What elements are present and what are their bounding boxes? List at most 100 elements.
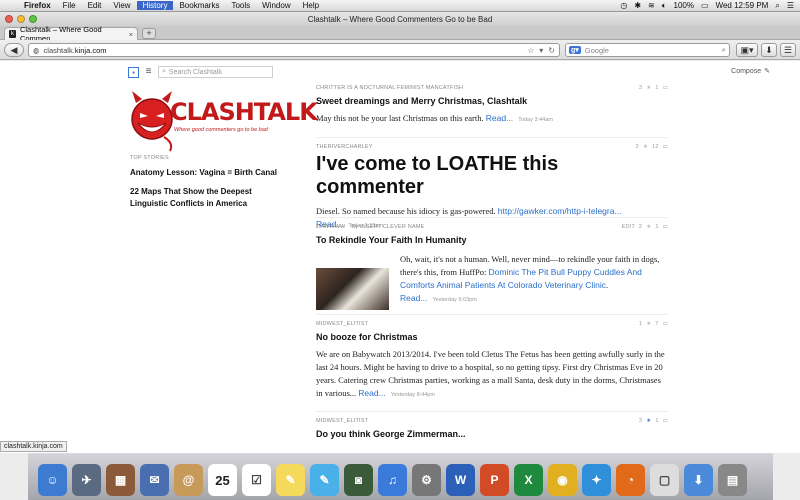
zoom-window-button[interactable]: [29, 15, 37, 23]
messages-icon[interactable]: ✎: [310, 464, 339, 496]
preview-icon[interactable]: ▢: [650, 464, 679, 496]
site-search-input[interactable]: ⌕ Search Clashtalk: [158, 66, 273, 78]
navigation-toolbar: ◀ ◍ clashtalk.kinja.com ☆ ▾ ↻ g▾ Google …: [0, 40, 800, 60]
time-machine-icon[interactable]: ◷: [620, 1, 627, 10]
mail-icon[interactable]: ✉: [140, 464, 169, 496]
history-dropdown-icon[interactable]: ▾: [539, 46, 543, 55]
post-title[interactable]: Do you think George Zimmerman...: [316, 429, 668, 439]
list-view-icon[interactable]: ≡: [143, 66, 154, 78]
trash-icon[interactable]: ▤: [718, 464, 747, 496]
menu-bookmarks[interactable]: Bookmarks: [173, 1, 225, 10]
read-more-link[interactable]: Read...: [486, 113, 513, 123]
menu-tools[interactable]: Tools: [225, 1, 256, 10]
search-icon[interactable]: ⌕: [722, 45, 726, 55]
menu-window[interactable]: Window: [256, 1, 296, 10]
post-meta: THERIVERCHARLEY 2 ★ 12 ▭: [316, 144, 668, 150]
star-icon[interactable]: ★: [643, 144, 648, 150]
post-stats: 3 ★ 1 ▭: [639, 85, 668, 91]
notes-icon[interactable]: ✎: [276, 464, 305, 496]
google-engine-icon[interactable]: g▾: [569, 46, 581, 54]
reminders-icon[interactable]: ☑: [242, 464, 271, 496]
spotlight-icon[interactable]: ⌕: [775, 1, 779, 11]
launchpad-icon[interactable]: ✈: [72, 464, 101, 496]
minimize-window-button[interactable]: [17, 15, 25, 23]
post-timestamp[interactable]: Today 3:44am: [518, 117, 553, 123]
post-link[interactable]: http://gawker.com/http-i-telegra...: [498, 206, 622, 216]
comment-icon[interactable]: ▭: [663, 224, 668, 230]
profile-view-icon[interactable]: ▪: [128, 66, 139, 78]
post-divider: [316, 314, 668, 315]
powerpoint-icon[interactable]: P: [480, 464, 509, 496]
facetime-icon[interactable]: ◙: [344, 464, 373, 496]
new-tab-button[interactable]: +: [142, 28, 156, 39]
itunes-icon[interactable]: ♫: [378, 464, 407, 496]
menu-help[interactable]: Help: [297, 1, 325, 10]
menu-edit[interactable]: Edit: [82, 1, 108, 10]
top-story-link[interactable]: 22 Maps That Show the Deepest Linguistic…: [130, 186, 290, 210]
read-more-link[interactable]: Read...: [358, 388, 385, 398]
comment-icon[interactable]: ▭: [663, 418, 668, 424]
clock[interactable]: Wed 12:59 PM: [716, 1, 769, 10]
system-preferences-icon[interactable]: ⚙: [412, 464, 441, 496]
bookmarks-menu-button[interactable]: ▣▾: [736, 43, 758, 57]
url-bar[interactable]: ◍ clashtalk.kinja.com ☆ ▾ ↻: [28, 43, 560, 57]
post-divider: [316, 137, 668, 138]
wifi-icon[interactable]: ≋: [648, 1, 655, 10]
bluetooth-icon[interactable]: ✱: [634, 1, 641, 10]
downloads-icon[interactable]: ⬇: [684, 464, 713, 496]
post-thumbnail-image[interactable]: [316, 268, 389, 310]
post-author[interactable]: MIDWEST_ELITIST: [316, 418, 368, 424]
comment-icon[interactable]: ▭: [663, 144, 668, 150]
chrome-icon[interactable]: ◉: [548, 464, 577, 496]
excel-icon[interactable]: X: [514, 464, 543, 496]
tab-clashtalk[interactable]: k Clashtalk – Where Good Commen... ×: [4, 25, 138, 43]
star-count: 3: [638, 85, 643, 91]
star-icon[interactable]: ★: [646, 418, 651, 424]
pencil-icon: ✎: [764, 68, 770, 75]
menu-button[interactable]: ☰: [780, 43, 796, 57]
search-bar[interactable]: g▾ Google ⌕: [565, 43, 730, 57]
close-window-button[interactable]: [5, 15, 13, 23]
reload-icon[interactable]: ↻: [548, 46, 555, 55]
star-icon[interactable]: ★: [646, 321, 651, 327]
notification-center-icon[interactable]: ☰: [787, 1, 794, 10]
back-button[interactable]: ◀: [4, 43, 24, 57]
edit-link[interactable]: EDIT: [622, 224, 635, 230]
read-more-link[interactable]: Read...: [400, 293, 427, 303]
safari-icon[interactable]: ✦: [582, 464, 611, 496]
photo-icon[interactable]: ▦: [106, 464, 135, 496]
top-story-link[interactable]: Anatomy Lesson: Vagina = Birth Canal: [130, 167, 290, 179]
menu-view[interactable]: View: [107, 1, 136, 10]
comment-icon[interactable]: ▭: [663, 321, 668, 327]
menu-app-firefox[interactable]: Firefox: [18, 1, 57, 10]
volume-icon[interactable]: 🔈︎: [662, 1, 667, 11]
compose-button[interactable]: Compose ✎: [731, 67, 770, 76]
post-author[interactable]: DAWWWW: [316, 224, 345, 230]
star-icon[interactable]: ★: [646, 224, 651, 230]
clashtalk-logo[interactable]: CLASHTALK Where good commenters go to be…: [130, 89, 318, 159]
word-icon[interactable]: W: [446, 464, 475, 496]
calendar-icon[interactable]: 25: [208, 464, 237, 496]
close-tab-icon[interactable]: ×: [129, 30, 133, 39]
post-title[interactable]: I've come to LOATHE this commenter: [316, 153, 668, 199]
post-title[interactable]: To Rekindle Your Faith In Humanity: [316, 235, 668, 245]
post-author[interactable]: MIDWEST_ELITIST: [316, 321, 368, 327]
battery-icon[interactable]: ▭: [701, 1, 709, 10]
logo-tagline: Where good commenters go to be bad: [174, 127, 268, 133]
firefox-icon[interactable]: ◔: [616, 464, 645, 496]
post-title[interactable]: Sweet dreamings and Merry Christmas, Cla…: [316, 96, 668, 106]
post-timestamp[interactable]: Yesterday 8:44pm: [391, 392, 435, 398]
post-author[interactable]: THERIVERCHARLEY: [316, 144, 373, 150]
menu-file[interactable]: File: [57, 1, 82, 10]
menu-history[interactable]: History: [136, 1, 174, 10]
battery-percent[interactable]: 100%: [674, 1, 694, 10]
post-author[interactable]: CHRITTER IS A NOCTURNAL FEMINIST MANCATF…: [316, 85, 463, 91]
post-timestamp[interactable]: Yesterday 9:03pm: [433, 297, 477, 303]
post-title[interactable]: No booze for Christmas: [316, 332, 668, 342]
downloads-button[interactable]: ⬇: [761, 43, 777, 57]
star-icon[interactable]: ★: [646, 85, 651, 91]
contacts-icon[interactable]: @: [174, 464, 203, 496]
comment-icon[interactable]: ▭: [663, 85, 668, 91]
finder-icon[interactable]: ☺: [38, 464, 67, 496]
bookmark-star-icon[interactable]: ☆: [527, 46, 534, 55]
